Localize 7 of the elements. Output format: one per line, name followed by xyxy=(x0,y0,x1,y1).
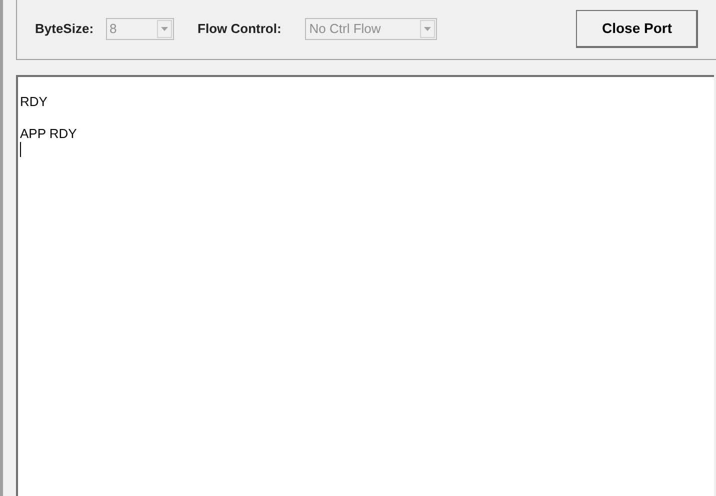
terminal-output[interactable]: RDY APP RDY xyxy=(16,75,714,496)
field-label: ByteSize: xyxy=(35,20,94,38)
text-cursor xyxy=(20,142,21,157)
output-line: RDY xyxy=(20,94,48,110)
field-label: Flow Control: xyxy=(198,20,282,38)
close-port-button[interactable]: Close Port xyxy=(576,10,698,48)
output-line: APP RDY xyxy=(20,126,77,142)
